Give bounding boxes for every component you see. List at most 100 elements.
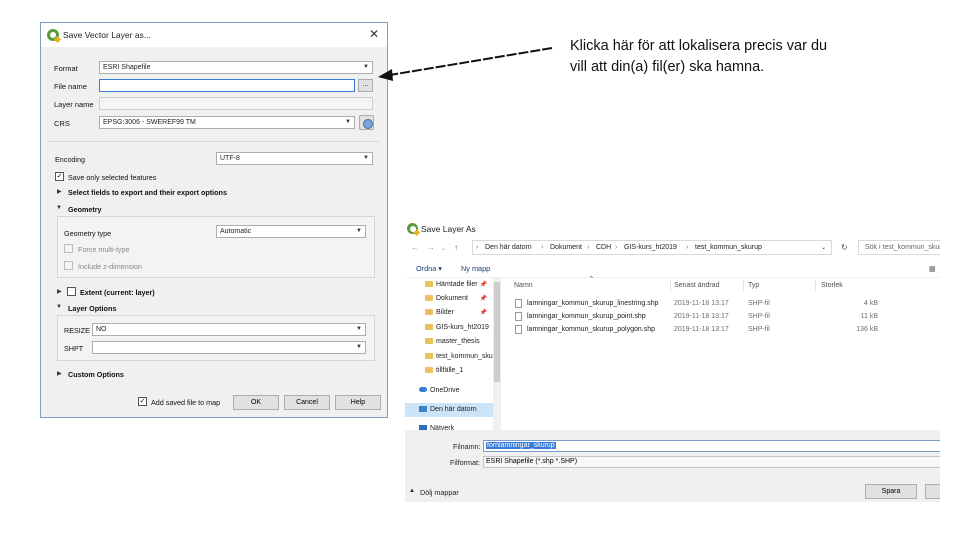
address-bar[interactable]: › Den här datorn › Dokument › CDH › GIS-… <box>472 240 832 255</box>
cancel-button[interactable] <box>925 484 940 499</box>
crs-label: CRS <box>54 119 70 128</box>
filetype-label: Filformat: <box>450 458 480 467</box>
expand-right-icon[interactable]: ▶ <box>57 288 62 295</box>
geometry-type-combo[interactable]: Automatic ▼ <box>216 225 366 238</box>
encoding-combo[interactable]: UTF-8 ▼ <box>216 152 373 165</box>
cancel-button[interactable]: Cancel <box>284 395 330 410</box>
expand-right-icon[interactable]: ▶ <box>57 188 62 195</box>
pointer-arrow <box>378 47 553 81</box>
file-icon <box>515 299 522 308</box>
nav-item-downloads[interactable]: Hämtade filer 📌 <box>405 278 493 292</box>
pin-icon: 📌 <box>479 296 487 302</box>
close-icon[interactable]: ✕ <box>369 27 379 41</box>
filename-value: fornlamningar_skurup <box>486 442 556 449</box>
pin-icon: 📌 <box>479 282 487 288</box>
file-modified: 2019-11-18 13:17 <box>674 300 729 307</box>
file-icon <box>515 325 522 334</box>
qgis-logo-icon <box>407 223 418 234</box>
nav-item-this-pc[interactable]: Den här datorn <box>405 403 493 417</box>
dialog-titlebar: Save Vector Layer as... ✕ <box>41 23 387 47</box>
filename-input[interactable] <box>99 79 355 92</box>
new-folder-button[interactable]: Ny mapp <box>461 264 490 273</box>
chevron-down-icon: ▼ <box>356 326 362 332</box>
extent-checkbox[interactable] <box>67 287 76 296</box>
column-separator <box>815 280 816 292</box>
hide-folders-button[interactable]: Dölj mappar <box>420 488 459 497</box>
folder-icon <box>425 324 433 330</box>
organize-button[interactable]: Ordna ▾ <box>416 264 442 273</box>
layername-input[interactable] <box>99 97 373 110</box>
filename-input[interactable]: fornlamningar_skurup <box>483 440 940 452</box>
collapse-down-icon[interactable]: ▼ <box>56 304 62 310</box>
geometry-section[interactable]: Geometry <box>68 205 102 214</box>
folder-icon <box>425 353 433 359</box>
select-fields-section[interactable]: Select fields to export and their export… <box>68 188 227 197</box>
breadcrumb-item[interactable]: test_kommun_skurup <box>695 244 762 251</box>
table-row[interactable]: lamningar_kommun_skurup_polygon.shp 2019… <box>513 325 933 337</box>
force-multi-checkbox[interactable] <box>64 244 73 253</box>
file-type: SHP-fil <box>748 313 770 320</box>
format-combo[interactable]: ESRI Shapefile ▼ <box>99 61 373 74</box>
chevron-down-icon: ▼ <box>356 344 362 350</box>
breadcrumb-item[interactable]: Dokument <box>550 244 582 251</box>
save-button[interactable]: Spara <box>865 484 917 499</box>
column-header-size[interactable]: Storlek <box>821 282 843 289</box>
breadcrumb-separator: › <box>476 244 479 251</box>
table-row[interactable]: lamningar_kommun_skurup_linestring.shp 2… <box>513 299 933 311</box>
filetype-select[interactable]: ESRI Shapefile (*.shp *.SHP) <box>483 456 940 468</box>
filename-label: File name <box>54 82 87 91</box>
extent-section[interactable]: Extent (current: layer) <box>80 288 155 297</box>
custom-options-section[interactable]: Custom Options <box>68 370 124 379</box>
help-button[interactable]: Help <box>335 395 381 410</box>
chevron-down-icon: ▼ <box>356 228 362 234</box>
back-arrow-icon[interactable]: ← <box>411 243 419 252</box>
refresh-icon[interactable]: ↻ <box>841 243 848 252</box>
layer-options-section[interactable]: Layer Options <box>68 304 116 313</box>
resize-combo[interactable]: NO ▼ <box>92 323 366 336</box>
collapse-down-icon[interactable]: ▼ <box>56 205 62 211</box>
annotation-text: Klicka här för att lokalisera precis var… <box>570 38 828 75</box>
table-row[interactable]: lamningar_kommun_skurup_point.shp 2019-1… <box>513 312 933 324</box>
breadcrumb-item[interactable]: GIS-kurs_ht2019 <box>624 244 677 251</box>
navigation-bar: ← → ⌄ ↑ › Den här datorn › Dokument › CD… <box>405 240 940 257</box>
file-size: 11 kB <box>860 313 878 320</box>
chevron-up-icon[interactable]: ▲ <box>409 488 415 494</box>
column-header-type[interactable]: Typ <box>748 282 759 289</box>
include-z-checkbox[interactable] <box>64 261 73 270</box>
nav-scrollbar[interactable] <box>493 278 501 430</box>
breadcrumb-item[interactable]: Den här datorn <box>485 244 532 251</box>
navigation-pane: Hämtade filer 📌 Dokument 📌 Bilder 📌 GIS-kur… <box>405 278 501 432</box>
breadcrumb-item[interactable]: CDH <box>596 244 611 251</box>
column-header-name[interactable]: Namn <box>514 282 533 289</box>
crs-combo[interactable]: EPSG:3006 - SWEREF99 TM ▼ <box>99 116 355 129</box>
add-to-map-checkbox[interactable]: ✓ <box>138 397 147 406</box>
forward-arrow-icon[interactable]: → <box>427 243 435 252</box>
nav-item-documents[interactable]: Dokument 📌 <box>405 292 493 306</box>
nav-item-test-kommun[interactable]: test_kommun_skurup <box>405 350 493 364</box>
dialog-title: Save Layer As <box>421 224 476 234</box>
column-header-modified[interactable]: Senast ändrad <box>674 282 720 289</box>
ok-button[interactable]: OK <box>233 395 279 410</box>
crs-select-button[interactable] <box>359 115 374 130</box>
chevron-down-icon[interactable]: ⌄ <box>441 245 446 252</box>
shpt-combo[interactable]: ▼ <box>92 341 366 354</box>
chevron-down-icon[interactable]: ⌄ <box>821 244 826 251</box>
nav-item-master-thesis[interactable]: master_thesis <box>405 335 493 349</box>
file-name: lamningar_kommun_skurup_linestring.shp <box>527 300 659 307</box>
geometry-type-label: Geometry type <box>64 229 112 238</box>
up-arrow-icon[interactable]: ↑ <box>454 243 458 252</box>
nav-item-pictures[interactable]: Bilder 📌 <box>405 306 493 320</box>
view-options-icon[interactable]: ▦ <box>929 264 936 273</box>
scrollbar-thumb[interactable] <box>494 282 500 382</box>
force-multi-label: Force multi-type <box>78 245 130 254</box>
search-input[interactable]: Sök i test_kommun_skurup <box>858 240 940 255</box>
nav-item-tillfalle[interactable]: tillfälle_1 <box>405 364 493 378</box>
nav-item-gis-kurs[interactable]: GIS-kurs_ht2019 <box>405 321 493 335</box>
filename-label: Filnamn: <box>453 442 481 451</box>
file-size: 136 kB <box>856 326 878 333</box>
save-selected-label: Save only selected features <box>68 173 157 182</box>
expand-right-icon[interactable]: ▶ <box>57 370 62 377</box>
format-value: ESRI Shapefile <box>103 64 151 71</box>
save-selected-checkbox[interactable]: ✓ <box>55 172 64 181</box>
nav-item-onedrive[interactable]: OneDrive <box>405 384 493 398</box>
